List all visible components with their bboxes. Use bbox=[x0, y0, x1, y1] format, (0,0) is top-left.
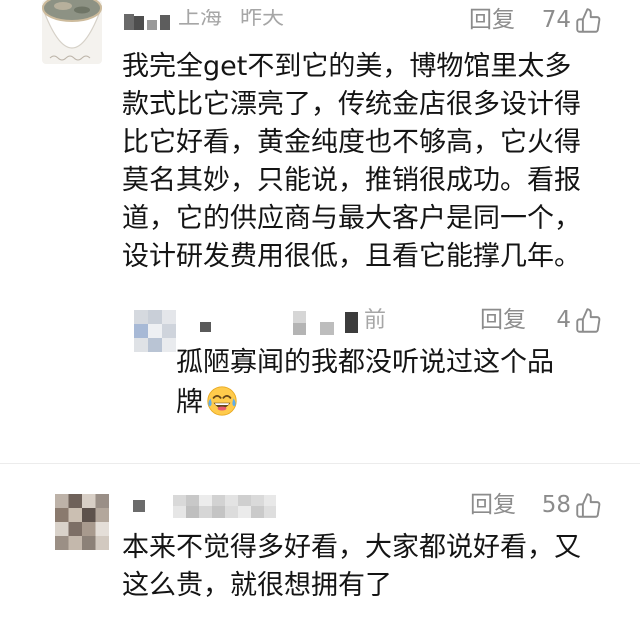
avatar[interactable] bbox=[55, 494, 109, 550]
like-button[interactable]: 4 bbox=[556, 305, 602, 335]
like-button[interactable]: 74 bbox=[542, 5, 602, 35]
avatar[interactable] bbox=[134, 310, 176, 352]
like-count: 4 bbox=[556, 307, 571, 333]
comment-time: 昨天 bbox=[240, 9, 285, 30]
comment-header: 上海 昨天 bbox=[122, 9, 302, 31]
reply-button[interactable]: 回复 bbox=[469, 7, 515, 33]
reply-button[interactable]: 回复 bbox=[470, 492, 516, 518]
comment-text-line: 款式比它漂亮了，传统金店很多设计得 bbox=[122, 89, 581, 120]
reply-time: 前 bbox=[364, 308, 387, 333]
thumbs-up-icon bbox=[576, 492, 601, 518]
reply-button[interactable]: 回复 bbox=[480, 307, 526, 333]
reply-text-line: 孤陋寡闻的我都没听说过这个品 bbox=[176, 347, 554, 378]
comment-text-line: 设计研发费用很低，且看它能撑几年。 bbox=[122, 241, 581, 272]
comment-text: 我完全get不到它的美，博物馆里太多 款式比它漂亮了，传统金店很多设计得 比它好… bbox=[122, 48, 581, 276]
avatar-mosaic bbox=[55, 494, 109, 550]
bowl-avatar-image bbox=[42, 0, 102, 64]
comment-text-line: 比它好看，黄金纯度也不够高，它火得 bbox=[122, 127, 581, 158]
reply: 前 回复 4 孤陋寡闻的我都没听说过这个品 牌 bbox=[0, 300, 640, 425]
comment-text-line: 我完全get不到它的美，博物馆里太多 bbox=[122, 51, 572, 82]
avatar-mosaic bbox=[134, 310, 176, 352]
comment-text-line: 莫名其妙，只能说，推销很成功。看报 bbox=[122, 165, 581, 196]
like-count: 58 bbox=[541, 492, 571, 518]
comment: 上海 昨天 回复 74 我完全get不到它的美，博物馆里太多 款式比它漂亮了，传… bbox=[0, 0, 640, 290]
comment-location: 上海 bbox=[178, 9, 223, 30]
reply-text-line: 牌 bbox=[176, 383, 554, 423]
comment: 回复 58 本来不觉得多好看，大家都说好看，又 这么贵，就很想拥有了 bbox=[0, 480, 640, 630]
reply-text: 孤陋寡闻的我都没听说过这个品 牌 bbox=[176, 343, 554, 423]
like-button[interactable]: 58 bbox=[542, 490, 602, 520]
like-count: 74 bbox=[541, 7, 571, 33]
comment-text: 本来不觉得多好看，大家都说好看，又 这么贵，就很想拥有了 bbox=[122, 529, 581, 605]
tears-of-joy-emoji-icon bbox=[207, 386, 237, 416]
username-mosaic[interactable] bbox=[133, 495, 278, 519]
username-mosaic[interactable] bbox=[124, 12, 172, 30]
thumbs-up-icon bbox=[576, 7, 601, 33]
thumbs-up-icon bbox=[576, 307, 601, 333]
thread-divider bbox=[0, 463, 640, 464]
avatar[interactable] bbox=[42, 0, 102, 64]
reply-text-fragment: 牌 bbox=[176, 387, 203, 418]
comment-text-line: 道，它的供应商与最大客户是同一个， bbox=[122, 203, 581, 234]
comment-text-line: 本来不觉得多好看，大家都说好看，又 bbox=[122, 532, 581, 563]
comment-text-line: 这么贵，就很想拥有了 bbox=[122, 570, 392, 601]
username-mosaic[interactable] bbox=[200, 311, 360, 336]
